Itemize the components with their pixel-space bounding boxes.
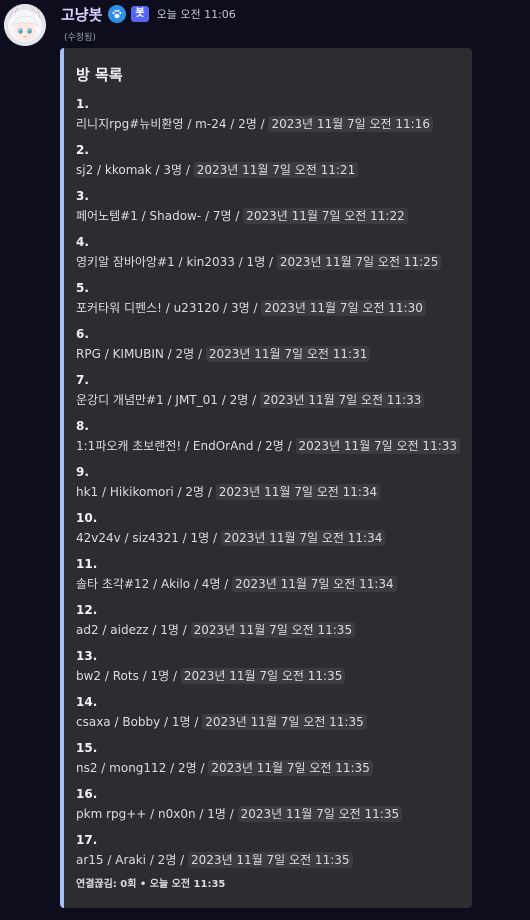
room-info: ns2 / mong112 / 2명 / (76, 761, 209, 775)
room-created-time: 2023년 11월 7일 오전 11:35 (188, 852, 353, 868)
room-entry: 2. sj2 / kkomak / 3명 / 2023년 11월 7일 오전 11… (76, 140, 460, 186)
room-entry: 13. bw2 / Rots / 1명 / 2023년 11월 7일 오전 11:… (76, 646, 460, 692)
room-number: 14. (76, 695, 98, 709)
room-entry: 11. 솔타 초각#12 / Akilo / 4명 / 2023년 11월 7일 … (76, 554, 460, 600)
room-created-time: 2023년 11월 7일 오전 11:35 (202, 714, 367, 730)
room-entry: 1. 리니지rpg#뉴비환영 / m-24 / 2명 / 2023년 11월 7일… (76, 94, 460, 140)
room-info: 운강디 개념만#1 / JMT_01 / 2명 / (76, 393, 260, 407)
room-details: 리니지rpg#뉴비환영 / m-24 / 2명 / 2023년 11월 7일 오… (76, 114, 460, 134)
bot-tag: 봇 (131, 6, 149, 22)
room-details: hk1 / Hikikomori / 2명 / 2023년 11월 7일 오전 … (76, 482, 460, 502)
room-created-time: 2023년 11월 7일 오전 11:33 (259, 392, 425, 408)
room-created-time: 2023년 11월 7일 오전 11:30 (261, 300, 426, 316)
room-entry: 9. hk1 / Hikikomori / 2명 / 2023년 11월 7일 오… (76, 462, 460, 508)
message-timestamp: 오늘 오전 11:06 (156, 8, 236, 21)
room-entry: 17. ar15 / Araki / 2명 / 2023년 11월 7일 오전 1… (76, 830, 460, 876)
room-details: ar15 / Araki / 2명 / 2023년 11월 7일 오전 11:3… (76, 850, 460, 870)
room-details: RPG / KIMUBIN / 2명 / 2023년 11월 7일 오전 11:… (76, 344, 460, 364)
room-entry: 3. 페어노템#1 / Shadow- / 7명 / 2023년 11월 7일 오… (76, 186, 460, 232)
room-created-time: 2023년 11월 7일 오전 11:35 (180, 668, 346, 684)
room-info: ad2 / aidezz / 1명 / (76, 623, 191, 637)
room-number: 2. (76, 143, 89, 157)
room-entry: 4. 영키알 잠바아앙#1 / kin2033 / 1명 / 2023년 11월 … (76, 232, 460, 278)
avatar[interactable] (4, 4, 46, 46)
room-entry: 12. ad2 / aidezz / 1명 / 2023년 11월 7일 오전 1… (76, 600, 460, 646)
room-info: 페어노템#1 / Shadow- / 7명 / (76, 209, 244, 223)
room-number: 1. (76, 97, 89, 111)
room-number: 17. (76, 833, 98, 847)
room-info: RPG / KIMUBIN / 2명 / (76, 347, 206, 361)
room-created-time: 2023년 11월 7일 오전 11:21 (193, 162, 359, 178)
room-details: sj2 / kkomak / 3명 / 2023년 11월 7일 오전 11:2… (76, 160, 460, 180)
room-number: 4. (76, 235, 89, 249)
room-list: 1. 리니지rpg#뉴비환영 / m-24 / 2명 / 2023년 11월 7일… (76, 94, 461, 876)
room-created-time: 2023년 11월 7일 오전 11:35 (237, 806, 403, 822)
room-entry: 8. 1:1파오캐 초보랜전! / EndOrAnd / 2명 / 2023년 1… (76, 416, 461, 462)
room-info: 1:1파오캐 초보랜전! / EndOrAnd / 2명 / (76, 439, 296, 453)
room-entry: 15. ns2 / mong112 / 2명 / 2023년 11월 7일 오전 … (76, 738, 460, 784)
room-created-time: 2023년 11월 7일 오전 11:35 (208, 760, 373, 776)
room-number: 15. (76, 741, 98, 755)
room-entry: 16. pkm rpg++ / n0x0n / 1명 / 2023년 11월 7일… (76, 784, 460, 830)
embed: 방 목록 1. 리니지rpg#뉴비환영 / m-24 / 2명 / 2023년 1… (60, 48, 472, 908)
room-details: 솔타 초각#12 / Akilo / 4명 / 2023년 11월 7일 오전 … (76, 574, 460, 594)
room-info: 솔타 초각#12 / Akilo / 4명 / (76, 577, 233, 591)
room-details: 페어노템#1 / Shadow- / 7명 / 2023년 11월 7일 오전 … (76, 206, 460, 226)
room-entry: 10. 42v24v / siz4321 / 1명 / 2023년 11월 7일 … (76, 508, 460, 554)
room-created-time: 2023년 11월 7일 오전 11:34 (220, 530, 386, 546)
room-entry: 5. 포커타워 디펜스! / u23120 / 3명 / 2023년 11월 7일… (76, 278, 460, 324)
room-created-time: 2023년 11월 7일 오전 11:16 (268, 116, 433, 132)
room-info: 포커타워 디펜스! / u23120 / 3명 / (76, 301, 262, 315)
room-created-time: 2023년 11월 7일 오전 11:33 (295, 438, 461, 454)
room-details: ns2 / mong112 / 2명 / 2023년 11월 7일 오전 11:… (76, 758, 460, 778)
room-number: 6. (76, 327, 89, 341)
paw-icon (108, 5, 127, 23)
room-details: ad2 / aidezz / 1명 / 2023년 11월 7일 오전 11:3… (76, 620, 460, 640)
embed-title: 방 목록 (76, 66, 123, 84)
room-number: 13. (76, 649, 98, 663)
room-info: 영키알 잠바아앙#1 / kin2033 / 1명 / (76, 255, 277, 269)
room-created-time: 2023년 11월 7일 오전 11:34 (232, 576, 397, 592)
room-details: 영키알 잠바아앙#1 / kin2033 / 1명 / 2023년 11월 7일… (76, 252, 460, 272)
room-details: 포커타워 디펜스! / u23120 / 3명 / 2023년 11월 7일 오… (76, 298, 460, 318)
room-details: bw2 / Rots / 1명 / 2023년 11월 7일 오전 11:35 (76, 666, 460, 686)
room-number: 12. (76, 603, 98, 617)
room-info: 42v24v / siz4321 / 1명 / (76, 531, 221, 545)
edited-label: (수정됨) (64, 33, 96, 43)
room-info: sj2 / kkomak / 3명 / (76, 163, 194, 177)
room-info: bw2 / Rots / 1명 / (76, 669, 181, 683)
room-info: hk1 / Hikikomori / 2명 / (76, 485, 216, 499)
room-entry: 7. 운강디 개념만#1 / JMT_01 / 2명 / 2023년 11월 7일… (76, 370, 460, 416)
room-details: 42v24v / siz4321 / 1명 / 2023년 11월 7일 오전 … (76, 528, 460, 548)
room-number: 8. (76, 419, 89, 433)
room-info: csaxa / Bobby / 1명 / (76, 715, 203, 729)
room-created-time: 2023년 11월 7일 오전 11:34 (215, 484, 381, 500)
room-number: 10. (76, 511, 98, 525)
room-number: 7. (76, 373, 89, 387)
room-details: pkm rpg++ / n0x0n / 1명 / 2023년 11월 7일 오전… (76, 804, 460, 824)
room-details: 1:1파오캐 초보랜전! / EndOrAnd / 2명 / 2023년 11월… (76, 436, 461, 456)
room-number: 5. (76, 281, 89, 295)
room-number: 9. (76, 465, 89, 479)
room-info: 리니지rpg#뉴비환영 / m-24 / 2명 / (76, 117, 269, 131)
room-created-time: 2023년 11월 7일 오전 11:25 (276, 254, 442, 270)
embed-footer: 연결끊김: 0회 • 오늘 오전 11:35 (76, 879, 226, 890)
room-info: ar15 / Araki / 2명 / (76, 853, 189, 867)
room-created-time: 2023년 11월 7일 오전 11:35 (190, 622, 356, 638)
room-created-time: 2023년 11월 7일 오전 11:31 (205, 346, 371, 362)
chat-message: 고냥봇 봇 오늘 오전 11:06 (수정됨) 방 목록 1. 리니지rpg#뉴비… (0, 0, 530, 920)
room-number: 11. (76, 557, 98, 571)
room-info: pkm rpg++ / n0x0n / 1명 / (76, 807, 238, 821)
message-header: 고냥봇 봇 오늘 오전 11:06 (61, 3, 236, 25)
room-entry: 6. RPG / KIMUBIN / 2명 / 2023년 11월 7일 오전 1… (76, 324, 460, 370)
room-created-time: 2023년 11월 7일 오전 11:22 (243, 208, 408, 224)
room-details: csaxa / Bobby / 1명 / 2023년 11월 7일 오전 11:… (76, 712, 460, 732)
room-details: 운강디 개념만#1 / JMT_01 / 2명 / 2023년 11월 7일 오… (76, 390, 460, 410)
room-number: 16. (76, 787, 98, 801)
room-entry: 14. csaxa / Bobby / 1명 / 2023년 11월 7일 오전 … (76, 692, 460, 738)
avatar-image (4, 4, 46, 46)
username[interactable]: 고냥봇 (61, 4, 102, 25)
room-number: 3. (76, 189, 89, 203)
